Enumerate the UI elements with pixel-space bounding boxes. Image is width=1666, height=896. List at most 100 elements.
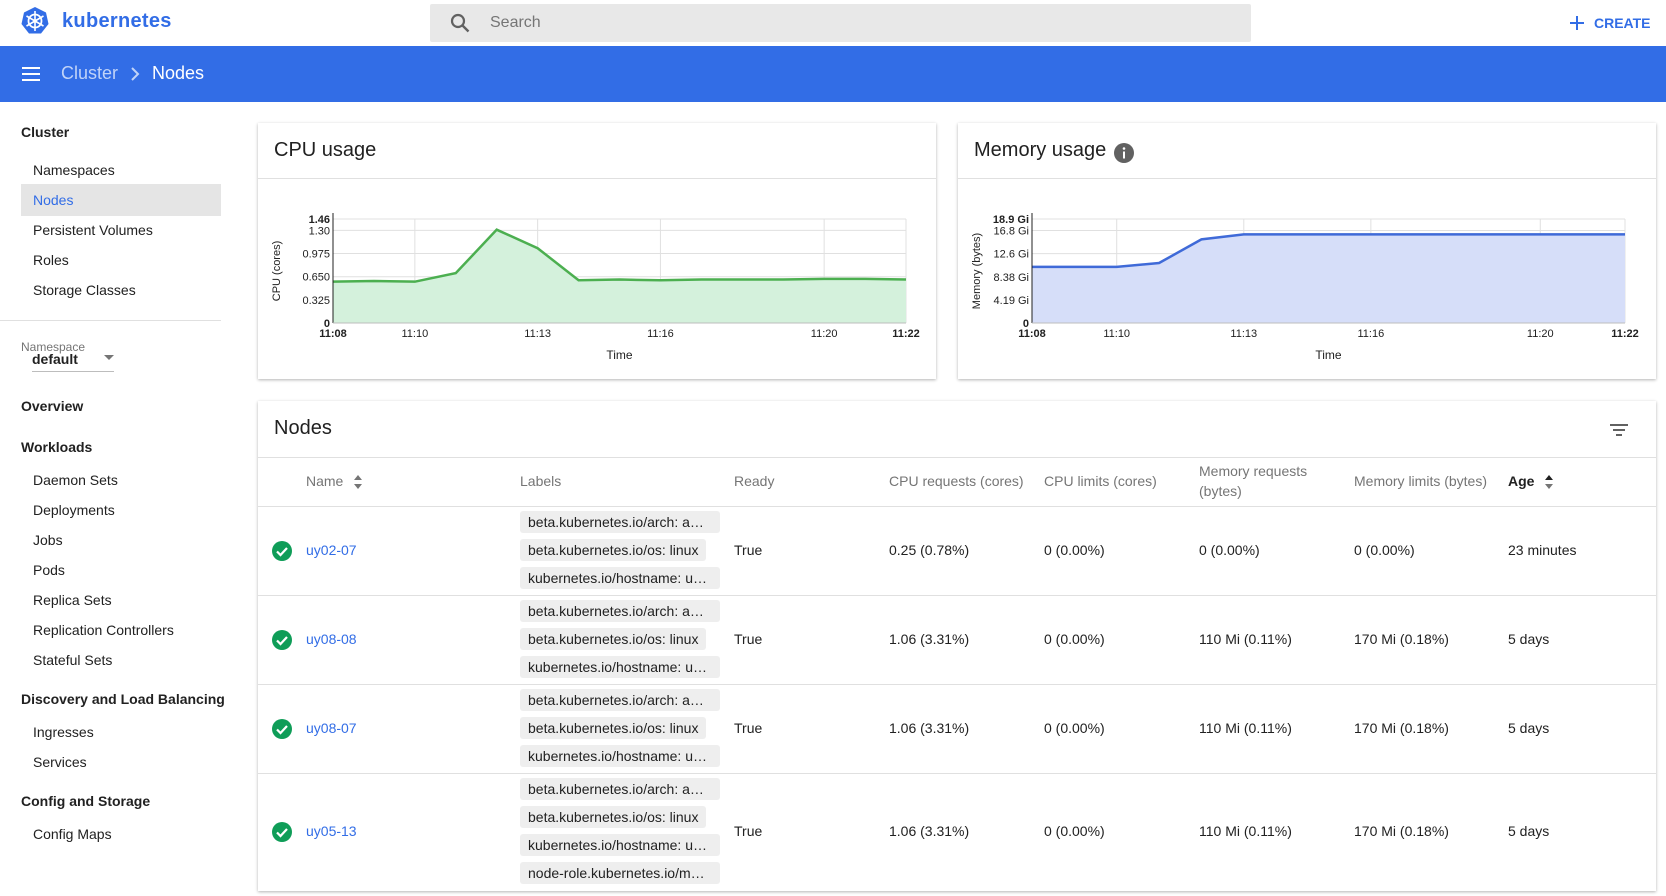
y-tick-label: 0.650 bbox=[302, 272, 330, 284]
dropdown-arrow-icon bbox=[104, 355, 114, 360]
series-area bbox=[1032, 234, 1625, 323]
sidebar-item-stateful-sets[interactable]: Stateful Sets bbox=[21, 644, 221, 676]
cpu-limits: 0 (0.00%) bbox=[1044, 823, 1105, 839]
namespace-value: default bbox=[32, 351, 78, 367]
check-circle-icon bbox=[272, 541, 292, 561]
label-chip: kubernetes.io/hostname: uy0… bbox=[520, 834, 720, 856]
header-divider bbox=[258, 506, 1656, 507]
cpu-requests: 0.25 (0.78%) bbox=[889, 542, 970, 558]
sidebar-item-nodes[interactable]: Nodes bbox=[21, 184, 221, 216]
y-tick-label: 0.975 bbox=[302, 249, 330, 261]
label-chip: kubernetes.io/hostname: uy0… bbox=[520, 567, 720, 589]
sidebar-item-services[interactable]: Services bbox=[21, 746, 221, 778]
x-tick-label: 11:08 bbox=[319, 328, 347, 340]
sidebar-heading-workloads[interactable]: Workloads bbox=[21, 439, 92, 455]
menu-icon[interactable] bbox=[20, 63, 42, 85]
chevron-right-icon bbox=[131, 67, 140, 81]
sidebar-item-storage-classes[interactable]: Storage Classes bbox=[21, 274, 221, 306]
memory-usage-chart: 04.19 Gi8.38 Gi12.6 Gi16.8 Gi18.9 Gi11:0… bbox=[971, 213, 1639, 362]
column-header-name[interactable]: Name bbox=[306, 471, 363, 491]
column-header-cpu-requests[interactable]: CPU requests (cores) bbox=[889, 471, 1024, 491]
x-axis-label: Time bbox=[1315, 348, 1342, 362]
sidebar-item-pods[interactable]: Pods bbox=[21, 554, 221, 586]
series-line bbox=[332, 228, 907, 283]
nodes-card-title: Nodes bbox=[274, 417, 332, 439]
sidebar-item-persistent-volumes[interactable]: Persistent Volumes bbox=[21, 214, 221, 246]
column-header-age[interactable]: Age bbox=[1508, 471, 1554, 491]
y-tick-label: 1.30 bbox=[309, 225, 330, 237]
x-tick-label: 11:10 bbox=[401, 328, 428, 340]
cpu-requests: 1.06 (3.31%) bbox=[889, 720, 970, 736]
memory-limits: 170 Mi (0.18%) bbox=[1354, 631, 1449, 647]
node-age: 23 minutes bbox=[1508, 542, 1577, 558]
sidebar-item-ingresses[interactable]: Ingresses bbox=[21, 716, 221, 748]
x-tick-label: 11:22 bbox=[1611, 328, 1639, 340]
row-divider bbox=[258, 595, 1656, 596]
x-tick-label: 11:13 bbox=[1230, 328, 1257, 340]
label-chip: beta.kubernetes.io/os: linux bbox=[520, 717, 707, 739]
ready-status: True bbox=[734, 823, 763, 839]
x-tick-label: 11:20 bbox=[1527, 328, 1554, 340]
sidebar-heading-discovery[interactable]: Discovery and Load Balancing bbox=[21, 691, 225, 707]
node-name-link[interactable]: uy08-08 bbox=[306, 631, 357, 647]
node-name-link[interactable]: uy02-07 bbox=[306, 542, 357, 558]
filter-icon[interactable] bbox=[1608, 419, 1630, 441]
x-tick-label: 11:22 bbox=[892, 328, 920, 340]
sidebar-heading-cluster[interactable]: Cluster bbox=[21, 124, 69, 140]
label-chip: kubernetes.io/hostname: uy0… bbox=[520, 656, 720, 678]
label-chip: kubernetes.io/hostname: uy0… bbox=[520, 745, 720, 767]
column-header-memory-requests[interactable]: Memory requests (bytes) bbox=[1199, 461, 1339, 501]
ready-status: True bbox=[734, 631, 763, 647]
breadcrumb-cluster[interactable]: Cluster bbox=[61, 63, 118, 84]
node-name-link[interactable]: uy08-07 bbox=[306, 720, 357, 736]
search-bar[interactable] bbox=[430, 4, 1251, 42]
column-header-memory-limits[interactable]: Memory limits (bytes) bbox=[1354, 471, 1487, 491]
label-chip: beta.kubernetes.io/arch: am… bbox=[520, 689, 720, 711]
sidebar-item-namespaces[interactable]: Namespaces bbox=[21, 154, 221, 186]
cpu-limits: 0 (0.00%) bbox=[1044, 720, 1105, 736]
sidebar-item-config-maps[interactable]: Config Maps bbox=[21, 818, 221, 850]
search-input[interactable] bbox=[490, 4, 1230, 42]
y-tick-label: 0.325 bbox=[302, 295, 330, 307]
ready-status: True bbox=[734, 542, 763, 558]
y-axis-label: CPU (cores) bbox=[271, 241, 283, 302]
sidebar-item-roles[interactable]: Roles bbox=[21, 244, 221, 276]
sidebar-item-daemon-sets[interactable]: Daemon Sets bbox=[21, 464, 221, 496]
brand-name[interactable]: kubernetes bbox=[62, 10, 172, 33]
cpu-usage-card: CPU usage 0 0.325 0.650 0.975 1.30 1.46 11:08 1… bbox=[258, 123, 936, 379]
sidebar-item-replication-controllers[interactable]: Replication Controllers bbox=[21, 614, 221, 646]
sidebar-heading-config-storage[interactable]: Config and Storage bbox=[21, 793, 150, 809]
sort-ascending-icon bbox=[1545, 475, 1554, 490]
cpu-limits: 0 (0.00%) bbox=[1044, 542, 1105, 558]
create-button[interactable]: CREATE bbox=[1568, 10, 1651, 36]
row-divider bbox=[258, 773, 1656, 774]
column-header-cpu-limits[interactable]: CPU limits (cores) bbox=[1044, 471, 1157, 491]
label-chip: beta.kubernetes.io/arch: am… bbox=[520, 778, 720, 800]
sidebar-item-replica-sets[interactable]: Replica Sets bbox=[21, 584, 221, 616]
label-chip: beta.kubernetes.io/os: linux bbox=[520, 628, 707, 650]
x-tick-label: 11:20 bbox=[811, 328, 838, 340]
sidebar-divider bbox=[0, 320, 221, 321]
breadcrumb-nodes: Nodes bbox=[152, 63, 205, 83]
memory-usage-card: Memory usage 0 4.19 Gi 8.38 Gi 12.6 Gi 16.8 … bbox=[958, 123, 1656, 379]
y-tick-label: 12.6 Gi bbox=[994, 249, 1029, 261]
nodes-card: Nodes Name Labels Ready CPU requests (co… bbox=[258, 401, 1656, 891]
ready-status: True bbox=[734, 720, 763, 736]
node-name-link[interactable]: uy05-13 bbox=[306, 823, 357, 839]
memory-requests: 0 (0.00%) bbox=[1199, 542, 1260, 558]
column-header-ready: Ready bbox=[734, 473, 775, 489]
x-tick-label: 11:16 bbox=[647, 328, 674, 340]
breadcrumb-bar: Cluster Nodes bbox=[0, 46, 1666, 102]
create-button-label: CREATE bbox=[1594, 15, 1651, 31]
sidebar-item-jobs[interactable]: Jobs bbox=[21, 524, 221, 556]
node-age: 5 days bbox=[1508, 720, 1550, 736]
memory-limits: 0 (0.00%) bbox=[1354, 542, 1415, 558]
check-circle-icon bbox=[272, 630, 292, 650]
sidebar-item-overview[interactable]: Overview bbox=[21, 398, 83, 414]
kubernetes-logo-icon[interactable] bbox=[20, 6, 50, 36]
y-tick-label: 18.9 Gi bbox=[993, 214, 1029, 226]
namespace-select[interactable]: default bbox=[32, 344, 114, 372]
y-tick-label: 4.19 Gi bbox=[994, 295, 1029, 307]
sidebar-item-deployments[interactable]: Deployments bbox=[21, 494, 221, 526]
cpu-requests: 1.06 (3.31%) bbox=[889, 631, 970, 647]
